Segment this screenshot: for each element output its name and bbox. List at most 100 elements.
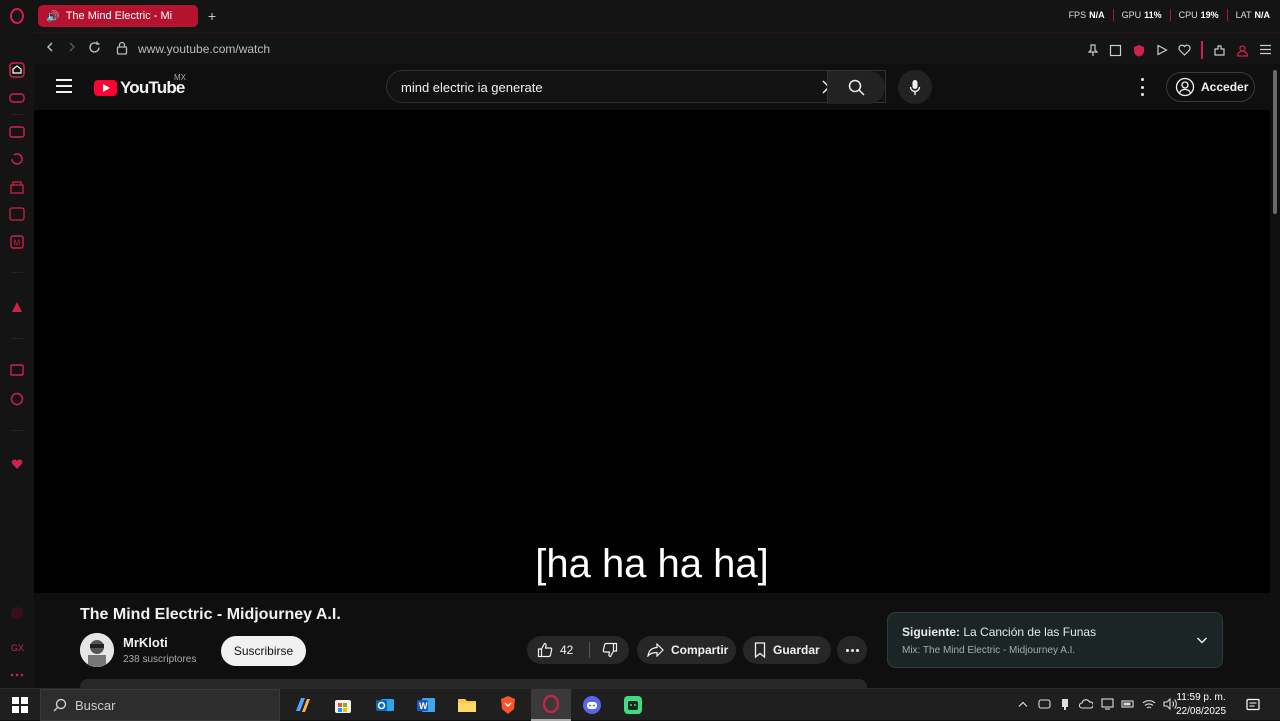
notifications-icon[interactable]: [1246, 698, 1260, 712]
settings-more-icon[interactable]: [1134, 78, 1150, 96]
onedrive-icon[interactable]: [1079, 697, 1093, 711]
new-tab-button[interactable]: +: [202, 6, 222, 26]
profile-icon[interactable]: [1236, 44, 1249, 57]
youtube-play-icon: [94, 80, 117, 96]
opera-gx-icon[interactable]: [531, 689, 571, 721]
easy-setup-icon[interactable]: [1259, 44, 1272, 57]
account-icon: [1175, 77, 1195, 97]
snapshot-icon[interactable]: [1109, 44, 1122, 57]
voice-search-button[interactable]: [898, 70, 932, 104]
outlook-icon[interactable]: [365, 689, 405, 721]
like-dislike-group: 42: [527, 636, 629, 664]
reload-icon[interactable]: [88, 41, 101, 57]
like-count: 42: [560, 643, 574, 657]
windows-start-icon[interactable]: [12, 697, 28, 713]
discord-icon[interactable]: [572, 689, 612, 721]
hamburger-menu-icon[interactable]: [56, 79, 72, 93]
sidebar-more-icon[interactable]: [9, 667, 25, 683]
whatsapp-icon[interactable]: [9, 391, 25, 407]
file-explorer-icon[interactable]: [447, 689, 487, 721]
meet-icon[interactable]: [1037, 697, 1051, 711]
lock-icon[interactable]: [116, 41, 128, 55]
stat-gpu: GPU 11%: [1121, 10, 1162, 20]
youtube-logo[interactable]: YouTube MX: [94, 73, 186, 98]
search-input[interactable]: mind electric ia generate: [401, 80, 543, 95]
system-tray: [1016, 697, 1177, 711]
vpn-shield-icon[interactable]: [1132, 44, 1145, 57]
save-button[interactable]: Guardar: [743, 636, 831, 664]
search-icon: [848, 79, 865, 96]
opera-logo-icon[interactable]: [9, 8, 25, 24]
taskbar-search[interactable]: Buscar: [40, 689, 280, 721]
scroll-thumb[interactable]: [1273, 70, 1277, 214]
share-icon: [647, 643, 664, 657]
url-field[interactable]: www.youtube.com/watch: [138, 42, 270, 56]
next-video-playlist: Mix: The Mind Electric - Midjourney A.I.: [902, 645, 1076, 656]
svg-text:M: M: [14, 239, 21, 248]
player-play-icon[interactable]: [1155, 44, 1168, 57]
chevron-up-icon[interactable]: [1016, 697, 1030, 711]
page-scrollbar[interactable]: [1270, 64, 1280, 688]
wifi-icon[interactable]: [1142, 697, 1156, 711]
sidebar-divider: [11, 430, 23, 431]
android-app-icon[interactable]: [613, 689, 653, 721]
youtube-header: YouTube MX mind electric ia generate Acc…: [34, 64, 1270, 110]
word-icon[interactable]: W: [406, 689, 446, 721]
clock-date: 22/08/2025: [1176, 706, 1227, 717]
sidebar-divider: [11, 114, 23, 115]
stat-lat: LAT N/A: [1235, 10, 1270, 20]
pin-icon[interactable]: [1086, 43, 1099, 57]
gx-corner-icon[interactable]: GX: [9, 639, 25, 655]
mail-icon[interactable]: M: [9, 234, 25, 250]
messages-icon[interactable]: [9, 124, 25, 140]
gx-logo-icon[interactable]: [9, 605, 25, 621]
address-bar-actions: [1086, 41, 1272, 59]
twitch-icon[interactable]: [9, 363, 25, 379]
taskbar-clock[interactable]: 11:59 p. m. 22/08/2025: [1176, 691, 1226, 719]
subscribe-button[interactable]: Suscribirse: [221, 636, 306, 666]
gamepad-icon[interactable]: [9, 90, 25, 106]
channel-avatar[interactable]: [80, 633, 114, 667]
video-title: The Mind Electric - Midjourney A.I.: [80, 606, 341, 623]
aria-icon[interactable]: [9, 299, 25, 315]
chevron-down-icon[interactable]: [1196, 633, 1208, 645]
copilot-icon[interactable]: [283, 689, 323, 721]
tab-youtube[interactable]: 🔊 The Mind Electric - Mi: [38, 5, 198, 27]
forward-icon[interactable]: [66, 41, 78, 56]
tab-strip: 🔊 The Mind Electric - Mi + FPS N/A GPU 11%…: [34, 0, 1280, 32]
history-icon[interactable]: [9, 151, 25, 167]
bookmark-icon: [754, 642, 766, 658]
display-icon[interactable]: [1100, 697, 1114, 711]
battery-icon[interactable]: [1121, 697, 1135, 711]
next-video-card[interactable]: Siguiente: La Canción de las Funas Mix: …: [887, 612, 1223, 668]
description-box[interactable]: [80, 679, 867, 688]
home-icon[interactable]: [9, 62, 25, 78]
back-icon[interactable]: [44, 41, 56, 56]
thumbs-up-icon: [537, 642, 553, 658]
usb-icon[interactable]: [1058, 697, 1072, 711]
store-icon[interactable]: [9, 179, 25, 195]
brave-icon[interactable]: [488, 689, 528, 721]
heart-icon[interactable]: [9, 456, 25, 472]
extensions-icon[interactable]: [1213, 44, 1226, 57]
player-icon[interactable]: [9, 206, 25, 222]
sign-in-button[interactable]: Acceder: [1166, 72, 1255, 102]
tab-title: The Mind Electric - Mi: [65, 10, 173, 22]
dislike-button[interactable]: [595, 636, 625, 664]
windows-taskbar: Buscar W 11:59 p. m. 22/08/2025: [0, 688, 1280, 721]
browser-sidebar: M GX: [0, 0, 34, 688]
like-button[interactable]: 42: [527, 636, 587, 664]
favorite-heart-icon[interactable]: [1178, 44, 1191, 57]
gx-stats: FPS N/A GPU 11% CPU 19% LAT N/A: [1069, 9, 1270, 21]
speaker-icon[interactable]: 🔊: [46, 10, 60, 23]
video-player[interactable]: [ha ha ha ha]: [34, 110, 1270, 593]
share-button[interactable]: Compartir: [637, 636, 736, 664]
more-actions-button[interactable]: [837, 636, 867, 664]
microsoft-store-icon[interactable]: [323, 689, 363, 721]
search-button[interactable]: [827, 71, 885, 104]
svg-text:W: W: [419, 701, 428, 711]
channel-name[interactable]: MrKloti: [123, 635, 168, 650]
search-box[interactable]: mind electric ia generate: [386, 70, 886, 104]
volume-icon[interactable]: [1163, 697, 1177, 711]
subscriber-count: 238 suscriptores: [123, 654, 197, 665]
